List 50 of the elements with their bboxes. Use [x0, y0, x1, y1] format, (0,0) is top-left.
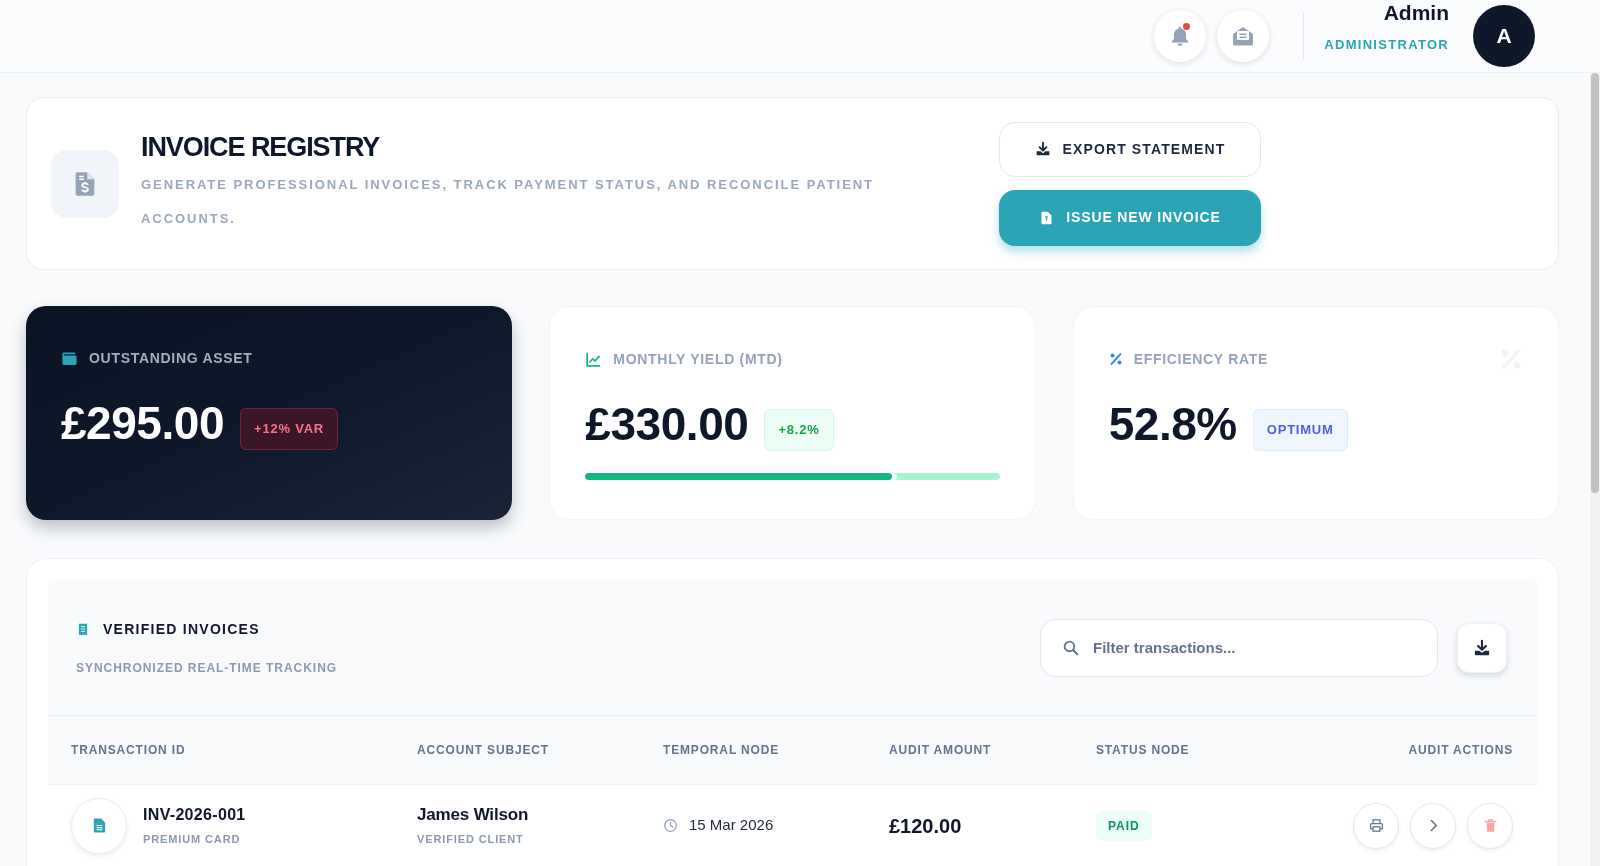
clock-icon — [663, 818, 678, 833]
column-header: AUDIT AMOUNT — [889, 742, 992, 759]
account-note: VERIFIED CLIENT — [417, 832, 524, 846]
document-icon — [71, 797, 127, 854]
invoice-id: INV-2026-001 — [143, 805, 246, 825]
user-name: Admin — [1383, 1, 1449, 25]
search-field[interactable]: Filter transactions... — [1040, 618, 1438, 677]
stat-value: £295.00 — [61, 398, 225, 448]
page-description: GENERATE PROFESSIONAL INVOICES, TRACK PAYMENT STATUS, AND RECONCILE PATIENT ACCOUNTS. — [141, 176, 875, 228]
column-header: TEMPORAL NODE — [663, 742, 780, 759]
stat-badge: OPTIMUM — [1252, 409, 1348, 451]
invoice-amount: £120.00 — [889, 813, 962, 839]
scrollbar[interactable] — [1590, 73, 1600, 866]
percent-icon — [1108, 352, 1123, 366]
column-header: AUDIT ACTIONS — [1408, 742, 1513, 759]
delete-button[interactable] — [1467, 802, 1513, 849]
stat-label: MONTHLY YIELD (MTD) — [613, 351, 783, 367]
download-icon — [1034, 141, 1051, 157]
download-icon — [1473, 638, 1491, 657]
download-button[interactable] — [1457, 622, 1507, 673]
trash-icon — [1482, 818, 1498, 833]
stat-value: 52.8% — [1108, 399, 1237, 449]
search-icon — [1062, 638, 1079, 656]
column-header: STATUS NODE — [1096, 742, 1190, 759]
column-header: ACCOUNT SUBJECT — [417, 742, 549, 759]
invoice-date: 15 Mar 2026 — [689, 815, 774, 836]
account-name: James Wilson — [417, 805, 529, 825]
page-title: INVOICE REGISTRY — [141, 131, 380, 163]
chart-line-icon — [585, 350, 603, 368]
invoice-dollar-icon — [51, 149, 119, 218]
print-button[interactable] — [1353, 802, 1399, 849]
section-title: VERIFIED INVOICES — [103, 620, 260, 638]
mail-icon — [1231, 24, 1256, 48]
wallet-icon — [61, 349, 78, 367]
export-statement-button[interactable]: EXPORT STATEMENT — [999, 121, 1261, 177]
stat-badge: +8.2% — [764, 409, 834, 451]
file-icon — [1039, 209, 1055, 226]
stat-badge: +12% VAR — [240, 408, 338, 450]
messages-button[interactable] — [1217, 10, 1270, 62]
status-badge: PAID — [1096, 810, 1152, 841]
section-subtitle: SYNCHRONIZED REAL-TIME TRACKING — [76, 660, 338, 676]
notifications-button[interactable] — [1154, 10, 1207, 62]
stat-label: OUTSTANDING ASSET — [89, 350, 253, 366]
invoice-note: PREMIUM CARD — [143, 832, 241, 846]
stat-value: £330.00 — [585, 399, 749, 449]
column-header: TRANSACTION ID — [71, 742, 186, 759]
user-role: ADMINISTRATOR — [1324, 37, 1449, 53]
stat-label: EFFICIENCY RATE — [1133, 351, 1269, 367]
user-avatar[interactable]: A — [1473, 5, 1535, 67]
print-icon — [1368, 818, 1384, 833]
